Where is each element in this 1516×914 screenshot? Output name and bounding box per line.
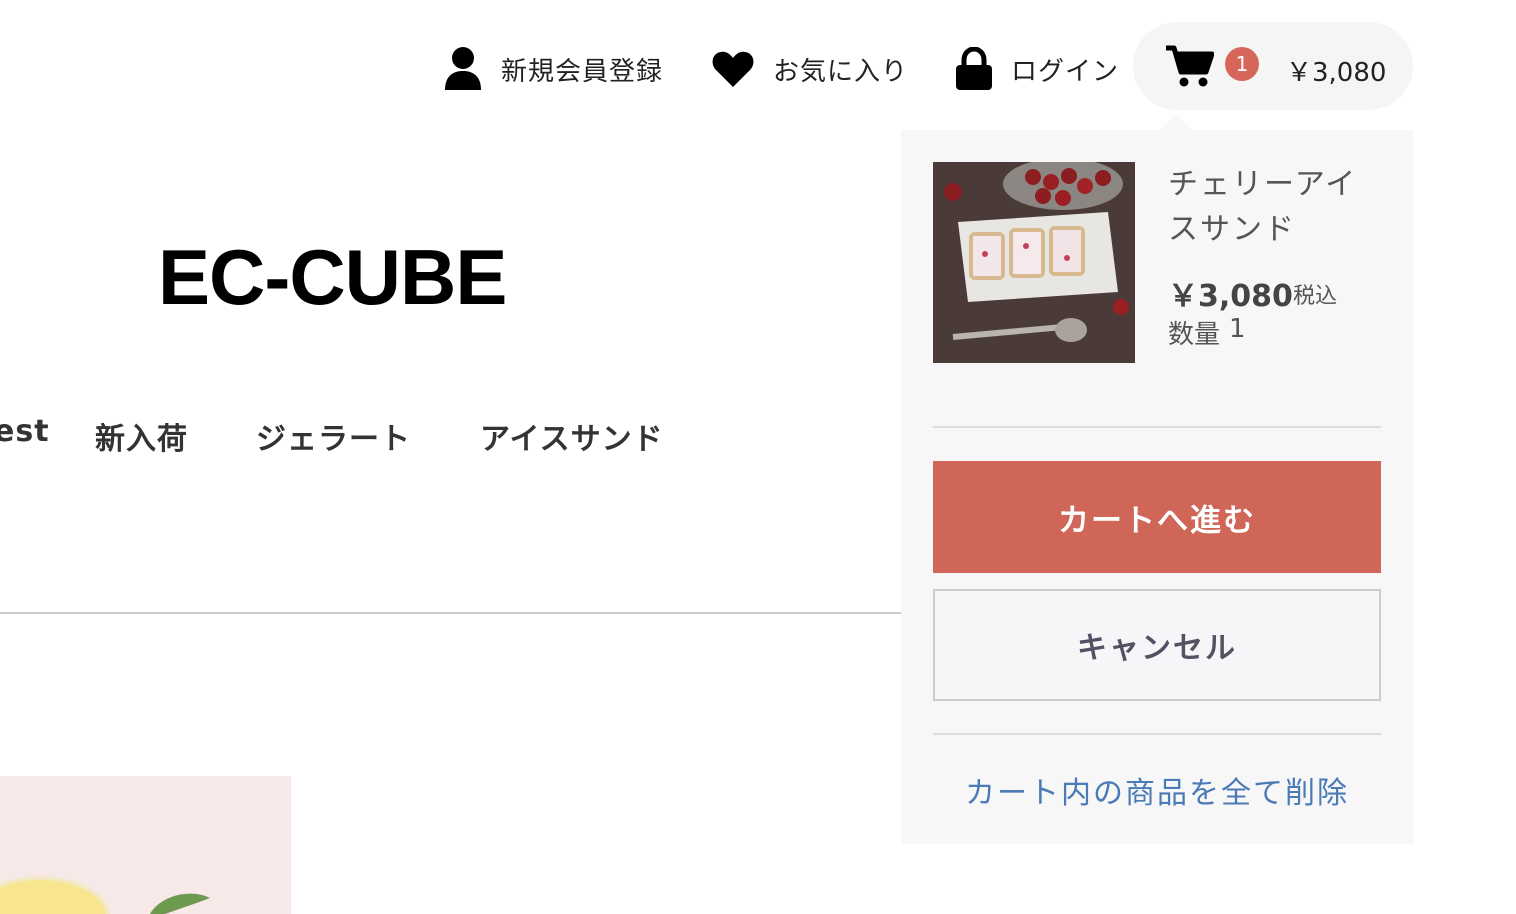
nav-item-best[interactable]: est: [0, 414, 50, 449]
hero-banner-image[interactable]: [0, 776, 291, 914]
user-icon: [443, 46, 483, 92]
cart-count-badge: 1: [1225, 47, 1259, 81]
cancel-button[interactable]: キャンセル: [933, 589, 1381, 701]
dropdown-arrow: [1160, 114, 1192, 130]
cart-total-price: ￥3,080: [1286, 58, 1387, 88]
cart-item-price: ￥3,080: [1168, 279, 1293, 314]
cart-item-quantity: 1: [1229, 314, 1246, 344]
checkout-button[interactable]: カートへ進む: [933, 461, 1381, 573]
cart-icon: [1166, 44, 1215, 92]
dropdown-divider: [933, 426, 1381, 428]
login-link[interactable]: ログイン: [955, 44, 1119, 94]
heart-icon: [711, 49, 755, 89]
favorites-link[interactable]: お気に入り: [711, 44, 908, 94]
register-link[interactable]: 新規会員登録: [443, 44, 663, 94]
register-label: 新規会員登録: [501, 56, 664, 87]
login-label: ログイン: [1011, 56, 1120, 87]
site-logo[interactable]: EC-CUBE: [158, 232, 507, 323]
nav-item-new-arrivals[interactable]: 新入荷: [95, 414, 188, 458]
cart-item-name[interactable]: チェリーアイスサンド: [1168, 162, 1368, 252]
clear-cart-link[interactable]: カート内の商品を全て削除: [933, 768, 1381, 812]
dropdown-divider: [933, 733, 1381, 735]
nav-item-gelato[interactable]: ジェラート: [256, 414, 411, 458]
nav-item-ice-sandwich[interactable]: アイスサンド: [480, 414, 664, 458]
cart-item-quantity-label: 数量: [1168, 320, 1221, 350]
favorites-label: お気に入り: [773, 56, 909, 87]
header-divider: [0, 612, 901, 614]
cart-item-image[interactable]: [933, 162, 1135, 363]
cart-item-tax-label: 税込: [1293, 284, 1338, 309]
lock-icon: [955, 47, 993, 91]
